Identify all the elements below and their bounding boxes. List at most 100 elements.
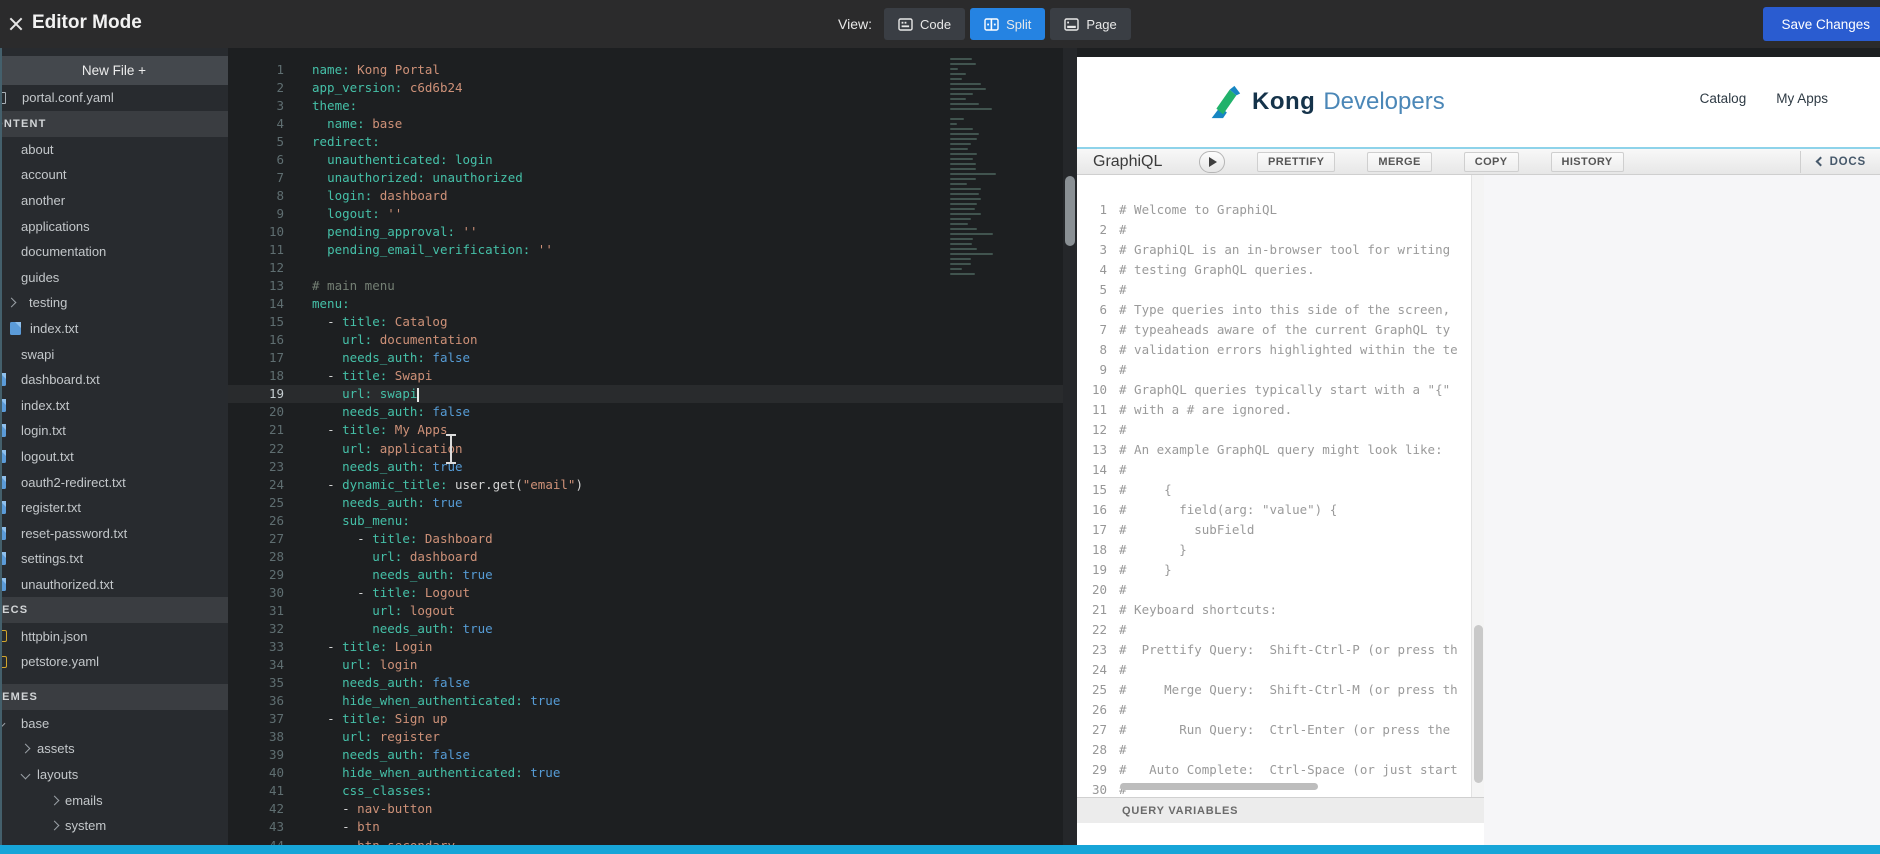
- nav-item-my-apps[interactable]: My Apps: [1776, 91, 1828, 106]
- query-line-29[interactable]: 29 # Auto Complete: Ctrl-Space (or just s…: [1077, 759, 1484, 779]
- query-line-6[interactable]: 6 # Type queries into this side of the sc…: [1077, 299, 1484, 319]
- query-line-1[interactable]: 1 # Welcome to GraphiQL: [1077, 199, 1484, 219]
- code-line-1[interactable]: 1 name: Kong Portal: [228, 60, 1063, 78]
- code-line-16[interactable]: 16 url: documentation: [228, 331, 1063, 349]
- code-line-23[interactable]: 23 needs_auth: true: [228, 457, 1063, 475]
- query-line-12[interactable]: 12 #: [1077, 419, 1484, 439]
- sidebar-item-login-txt[interactable]: login.txt: [0, 418, 228, 444]
- code-line-6[interactable]: 6 unauthenticated: login: [228, 150, 1063, 168]
- code-line-14[interactable]: 14 menu:: [228, 295, 1063, 313]
- code-line-37[interactable]: 37 - title: Sign up: [228, 710, 1063, 728]
- code-line-22[interactable]: 22 url: application: [228, 439, 1063, 457]
- sidebar-item-guides[interactable]: guides: [0, 265, 228, 291]
- code-line-18[interactable]: 18 - title: Swapi: [228, 367, 1063, 385]
- query-line-26[interactable]: 26 #: [1077, 699, 1484, 719]
- docs-tab[interactable]: DOCS: [1799, 150, 1880, 173]
- code-line-5[interactable]: 5 redirect:: [228, 132, 1063, 150]
- merge-button[interactable]: MERGE: [1367, 151, 1432, 172]
- code-line-30[interactable]: 30 - title: Logout: [228, 583, 1063, 601]
- sidebar-item-settings-txt[interactable]: settings.txt: [0, 546, 228, 572]
- sidebar-item-dashboard-txt[interactable]: dashboard.txt: [0, 367, 228, 393]
- code-line-34[interactable]: 34 url: login: [228, 656, 1063, 674]
- code-line-24[interactable]: 24 - dynamic_title: user.get("email"): [228, 475, 1063, 493]
- query-line-21[interactable]: 21 # Keyboard shortcuts:: [1077, 599, 1484, 619]
- view-split-button[interactable]: Split: [970, 8, 1046, 40]
- sidebar-item-oauth2-redirect-txt[interactable]: oauth2-redirect.txt: [0, 469, 228, 495]
- code-line-10[interactable]: 10 pending_approval: '': [228, 222, 1063, 240]
- code-line-3[interactable]: 3 theme:: [228, 96, 1063, 114]
- view-page-button[interactable]: Page: [1050, 8, 1131, 40]
- sidebar-item-emails[interactable]: emails: [0, 787, 228, 813]
- query-variables-bar[interactable]: QUERY VARIABLES: [1077, 797, 1484, 823]
- query-line-8[interactable]: 8 # validation errors highlighted within …: [1077, 339, 1484, 359]
- code-line-9[interactable]: 9 logout: '': [228, 204, 1063, 222]
- code-line-15[interactable]: 15 - title: Catalog: [228, 313, 1063, 331]
- query-line-20[interactable]: 20 #: [1077, 579, 1484, 599]
- query-line-5[interactable]: 5 #: [1077, 279, 1484, 299]
- query-hscrollbar-thumb[interactable]: [1120, 783, 1318, 790]
- code-line-17[interactable]: 17 needs_auth: false: [228, 349, 1063, 367]
- code-line-26[interactable]: 26 sub_menu:: [228, 511, 1063, 529]
- close-icon[interactable]: [8, 16, 24, 32]
- code-line-27[interactable]: 27 - title: Dashboard: [228, 529, 1063, 547]
- code-line-12[interactable]: 12: [228, 259, 1063, 277]
- prettify-button[interactable]: PRETTIFY: [1257, 151, 1336, 172]
- code-line-35[interactable]: 35 needs_auth: false: [228, 674, 1063, 692]
- code-line-4[interactable]: 4 name: base: [228, 114, 1063, 132]
- code-line-43[interactable]: 43 - btn: [228, 818, 1063, 836]
- new-file-button[interactable]: New File +: [0, 56, 228, 85]
- editor-minimap[interactable]: [950, 58, 1000, 278]
- sidebar-item-testing[interactable]: testing: [0, 290, 228, 316]
- code-line-38[interactable]: 38 url: register: [228, 728, 1063, 746]
- query-line-19[interactable]: 19 # }: [1077, 559, 1484, 579]
- sidebar-item-index-txt[interactable]: index.txt: [0, 393, 228, 419]
- graphiql-query-editor[interactable]: 1 # Welcome to GraphiQL 2 #3 # GraphiQL is a…: [1077, 175, 1484, 797]
- code-line-11[interactable]: 11 pending_email_verification: '': [228, 240, 1063, 258]
- query-line-24[interactable]: 24 #: [1077, 659, 1484, 679]
- sidebar-item-another[interactable]: another: [0, 188, 228, 214]
- sidebar-item-index-txt[interactable]: index.txt: [0, 316, 228, 342]
- editor-scrollbar-thumb[interactable]: [1065, 176, 1075, 246]
- code-line-7[interactable]: 7 unauthorized: unauthorized: [228, 168, 1063, 186]
- sidebar-item-reset-password-txt[interactable]: reset-password.txt: [0, 521, 228, 547]
- query-line-22[interactable]: 22 #: [1077, 619, 1484, 639]
- code-line-25[interactable]: 25 needs_auth: true: [228, 493, 1063, 511]
- sidebar-item-httpbin-json[interactable]: httpbin.json: [0, 623, 228, 649]
- query-line-28[interactable]: 28 #: [1077, 739, 1484, 759]
- sidebar-item-about[interactable]: about: [0, 137, 228, 163]
- query-line-9[interactable]: 9 #: [1077, 359, 1484, 379]
- query-line-25[interactable]: 25 # Merge Query: Shift-Ctrl-M (or press …: [1077, 679, 1484, 699]
- code-line-39[interactable]: 39 needs_auth: false: [228, 746, 1063, 764]
- query-line-14[interactable]: 14 #: [1077, 459, 1484, 479]
- sidebar-item-base[interactable]: base: [0, 710, 228, 736]
- code-line-20[interactable]: 20 needs_auth: false: [228, 403, 1063, 421]
- code-line-40[interactable]: 40 hide_when_authenticated: true: [228, 764, 1063, 782]
- code-line-13[interactable]: 13 # main menu: [228, 277, 1063, 295]
- query-line-7[interactable]: 7 # typeaheads aware of the current Graph…: [1077, 319, 1484, 339]
- nav-item-catalog[interactable]: Catalog: [1700, 91, 1747, 106]
- query-line-18[interactable]: 18 # }: [1077, 539, 1484, 559]
- code-line-2[interactable]: 2 app_version: c6d6b24: [228, 78, 1063, 96]
- code-line-33[interactable]: 33 - title: Login: [228, 638, 1063, 656]
- kong-logo[interactable]: Kong Developers: [1205, 83, 1445, 121]
- code-line-36[interactable]: 36 hide_when_authenticated: true: [228, 692, 1063, 710]
- view-code-button[interactable]: Code: [883, 8, 966, 40]
- code-line-8[interactable]: 8 login: dashboard: [228, 186, 1063, 204]
- query-line-17[interactable]: 17 # subField: [1077, 519, 1484, 539]
- sidebar-item-applications[interactable]: applications: [0, 213, 228, 239]
- sidebar-item-portal-conf-yaml[interactable]: portal.conf.yaml: [0, 85, 228, 111]
- query-line-13[interactable]: 13 # An example GraphQL query might look …: [1077, 439, 1484, 459]
- sidebar-item-account[interactable]: account: [0, 162, 228, 188]
- query-vscrollbar-thumb[interactable]: [1474, 625, 1483, 783]
- sidebar-item-swapi[interactable]: swapi: [0, 341, 228, 367]
- query-line-11[interactable]: 11 # with a # are ignored.: [1077, 399, 1484, 419]
- history-button[interactable]: HISTORY: [1550, 151, 1624, 172]
- sidebar-item-documentation[interactable]: documentation: [0, 239, 228, 265]
- yaml-code-editor[interactable]: 1 name: Kong Portal 2 app_version: c6d6b24 3…: [228, 48, 1063, 854]
- code-line-41[interactable]: 41 css_classes:: [228, 782, 1063, 800]
- save-changes-button[interactable]: Save Changes: [1763, 7, 1880, 41]
- sidebar-item-system[interactable]: system: [0, 813, 228, 839]
- query-line-10[interactable]: 10 # GraphQL queries typically start with…: [1077, 379, 1484, 399]
- sidebar-item-logout-txt[interactable]: logout.txt: [0, 444, 228, 470]
- query-line-4[interactable]: 4 # testing GraphQL queries.: [1077, 259, 1484, 279]
